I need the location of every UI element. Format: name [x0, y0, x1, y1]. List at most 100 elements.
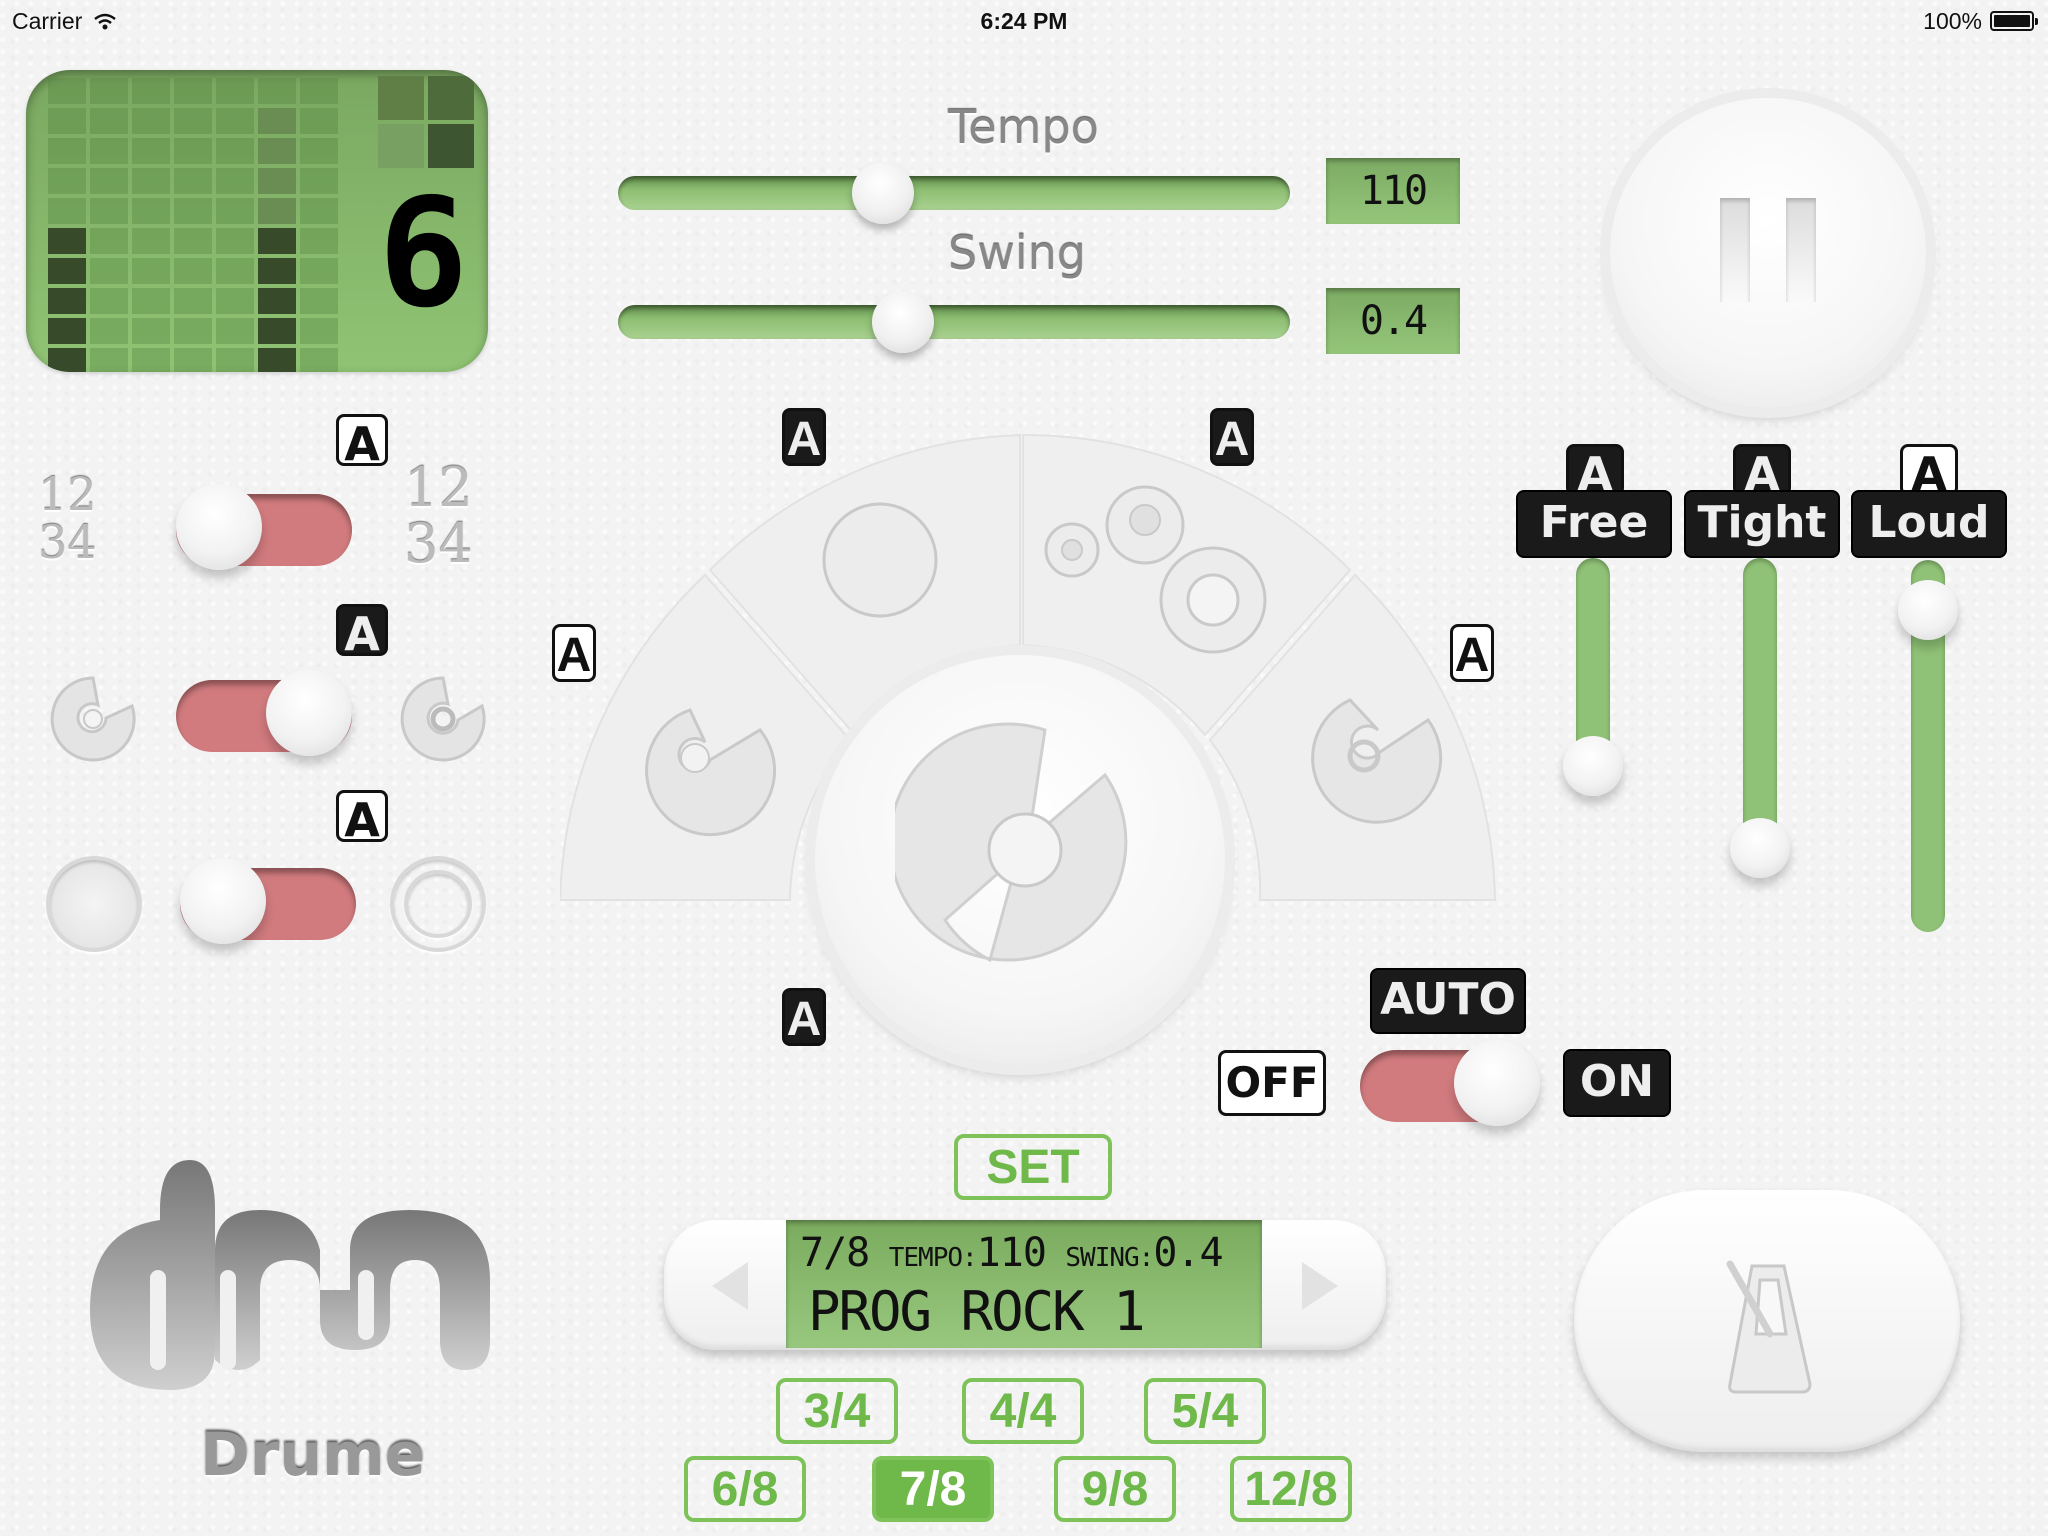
- auto-badge-snare[interactable]: A: [782, 408, 826, 466]
- auto-badge-hihat[interactable]: A: [782, 988, 826, 1046]
- time-sig-5-4[interactable]: 5/4: [1144, 1378, 1266, 1444]
- tight-slider[interactable]: [1743, 558, 1777, 858]
- swing-slider-thumb[interactable]: [872, 291, 934, 353]
- chevron-right-icon[interactable]: [1302, 1262, 1338, 1310]
- auto-badge-drum[interactable]: A: [336, 790, 388, 847]
- auto-badge-free[interactable]: A: [1566, 444, 1624, 501]
- grid-cell: [132, 168, 170, 194]
- tempo-label: Tempo: [948, 100, 1099, 154]
- grid-cell: [300, 168, 338, 194]
- grid-cell: [258, 138, 296, 164]
- drum-toggle[interactable]: [180, 858, 356, 944]
- drum-ring-icon: [390, 856, 486, 952]
- grid-cell: [48, 108, 86, 134]
- grid-cell: [174, 258, 212, 284]
- tempo-value-display: 110: [1326, 158, 1460, 224]
- grid-cell: [132, 348, 170, 372]
- swing-value-display: 0.4: [1326, 288, 1460, 354]
- grid-cell: [48, 138, 86, 164]
- grid-cell: [174, 78, 212, 104]
- time-sig-3-4[interactable]: 3/4: [776, 1378, 898, 1444]
- auto-badge-toms[interactable]: A: [1210, 408, 1254, 466]
- clock: 6:24 PM: [980, 8, 1068, 34]
- preset-line1: 7/8 TEMPO:110 SWING:0.4: [800, 1230, 1224, 1276]
- count-toggle[interactable]: [176, 484, 352, 570]
- bar-cell: [428, 124, 474, 168]
- pause-button[interactable]: [1610, 98, 1926, 408]
- tempo-slider-thumb[interactable]: [851, 162, 914, 224]
- time-sig-7-8[interactable]: 7/8: [872, 1456, 994, 1522]
- count-label-right: 12 34: [404, 456, 473, 575]
- grid-cell: [258, 108, 296, 134]
- grid-cell: [258, 258, 296, 284]
- count-label-left: 12 34: [38, 467, 97, 569]
- beat-grid: [48, 78, 338, 372]
- grid-cell: [216, 258, 254, 284]
- grid-cell: [90, 318, 128, 344]
- time-sig-4-4[interactable]: 4/4: [962, 1378, 1084, 1444]
- grid-cell: [132, 108, 170, 134]
- status-bar: Carrier 6:24 PM 100%: [0, 0, 2048, 40]
- fill-off-label[interactable]: OFF: [1218, 1050, 1326, 1116]
- preset-signature: 7/8: [800, 1230, 870, 1276]
- toggle-knob: [180, 858, 266, 944]
- grid-cell: [132, 318, 170, 344]
- grid-cell: [174, 348, 212, 372]
- grid-cell: [174, 198, 212, 224]
- free-slider-thumb[interactable]: [1563, 736, 1623, 796]
- grid-cell: [90, 228, 128, 254]
- auto-badge-tight[interactable]: A: [1733, 444, 1791, 501]
- tight-slider-thumb[interactable]: [1730, 818, 1790, 878]
- grid-cell: [216, 348, 254, 372]
- grid-cell: [300, 288, 338, 314]
- grid-cell: [258, 348, 296, 372]
- fill-toggle[interactable]: [1360, 1040, 1540, 1126]
- time-sig-6-8[interactable]: 6/8: [684, 1456, 806, 1522]
- fill-auto-button[interactable]: AUTO: [1370, 968, 1526, 1034]
- auto-badge-crash[interactable]: A: [552, 624, 596, 682]
- grid-cell: [48, 228, 86, 254]
- tempo-slider[interactable]: [618, 162, 1290, 224]
- grid-cell: [132, 138, 170, 164]
- pattern-display: 6: [26, 70, 488, 372]
- auto-badge-cymbal[interactable]: A: [336, 604, 388, 661]
- grid-cell: [90, 198, 128, 224]
- grid-cell: [300, 318, 338, 344]
- preset-lcd: 7/8 TEMPO:110 SWING:0.4 PROG ROCK 1: [786, 1220, 1262, 1348]
- fill-on-label[interactable]: ON: [1563, 1049, 1671, 1117]
- loud-slider-thumb[interactable]: [1898, 580, 1958, 640]
- grid-cell: [258, 318, 296, 344]
- metronome-icon: [1726, 1260, 1812, 1394]
- grid-cell: [300, 108, 338, 134]
- grid-cell: [300, 78, 338, 104]
- grid-cell: [216, 108, 254, 134]
- grid-cell: [300, 258, 338, 284]
- auto-badge-time-feel[interactable]: A: [336, 414, 388, 471]
- metronome-button[interactable]: [1574, 1190, 1960, 1452]
- grid-cell: [132, 228, 170, 254]
- auto-badge-ride[interactable]: A: [1450, 624, 1494, 682]
- grid-cell: [132, 198, 170, 224]
- auto-badge-loud[interactable]: A: [1900, 444, 1958, 501]
- cymbal-toggle[interactable]: [176, 670, 352, 756]
- free-label: Free: [1516, 490, 1672, 558]
- grid-cell: [48, 318, 86, 344]
- time-sig-12-8[interactable]: 12/8: [1230, 1456, 1352, 1522]
- swing-slider[interactable]: [618, 291, 1290, 353]
- grid-cell: [48, 348, 86, 372]
- drum-filled-icon: [46, 856, 142, 952]
- set-button[interactable]: SET: [954, 1134, 1112, 1200]
- grid-cell: [90, 138, 128, 164]
- grid-cell: [48, 258, 86, 284]
- grid-cell: [258, 78, 296, 104]
- grid-cell: [300, 198, 338, 224]
- hihat-pad[interactable]: [815, 655, 1225, 1065]
- preset-tempo: 110: [976, 1230, 1047, 1276]
- chevron-left-icon[interactable]: [712, 1262, 748, 1310]
- grid-cell: [216, 78, 254, 104]
- grid-cell: [216, 138, 254, 164]
- grid-cell: [300, 138, 338, 164]
- grid-cell: [90, 258, 128, 284]
- bar-cell: [378, 76, 424, 120]
- time-sig-9-8[interactable]: 9/8: [1054, 1456, 1176, 1522]
